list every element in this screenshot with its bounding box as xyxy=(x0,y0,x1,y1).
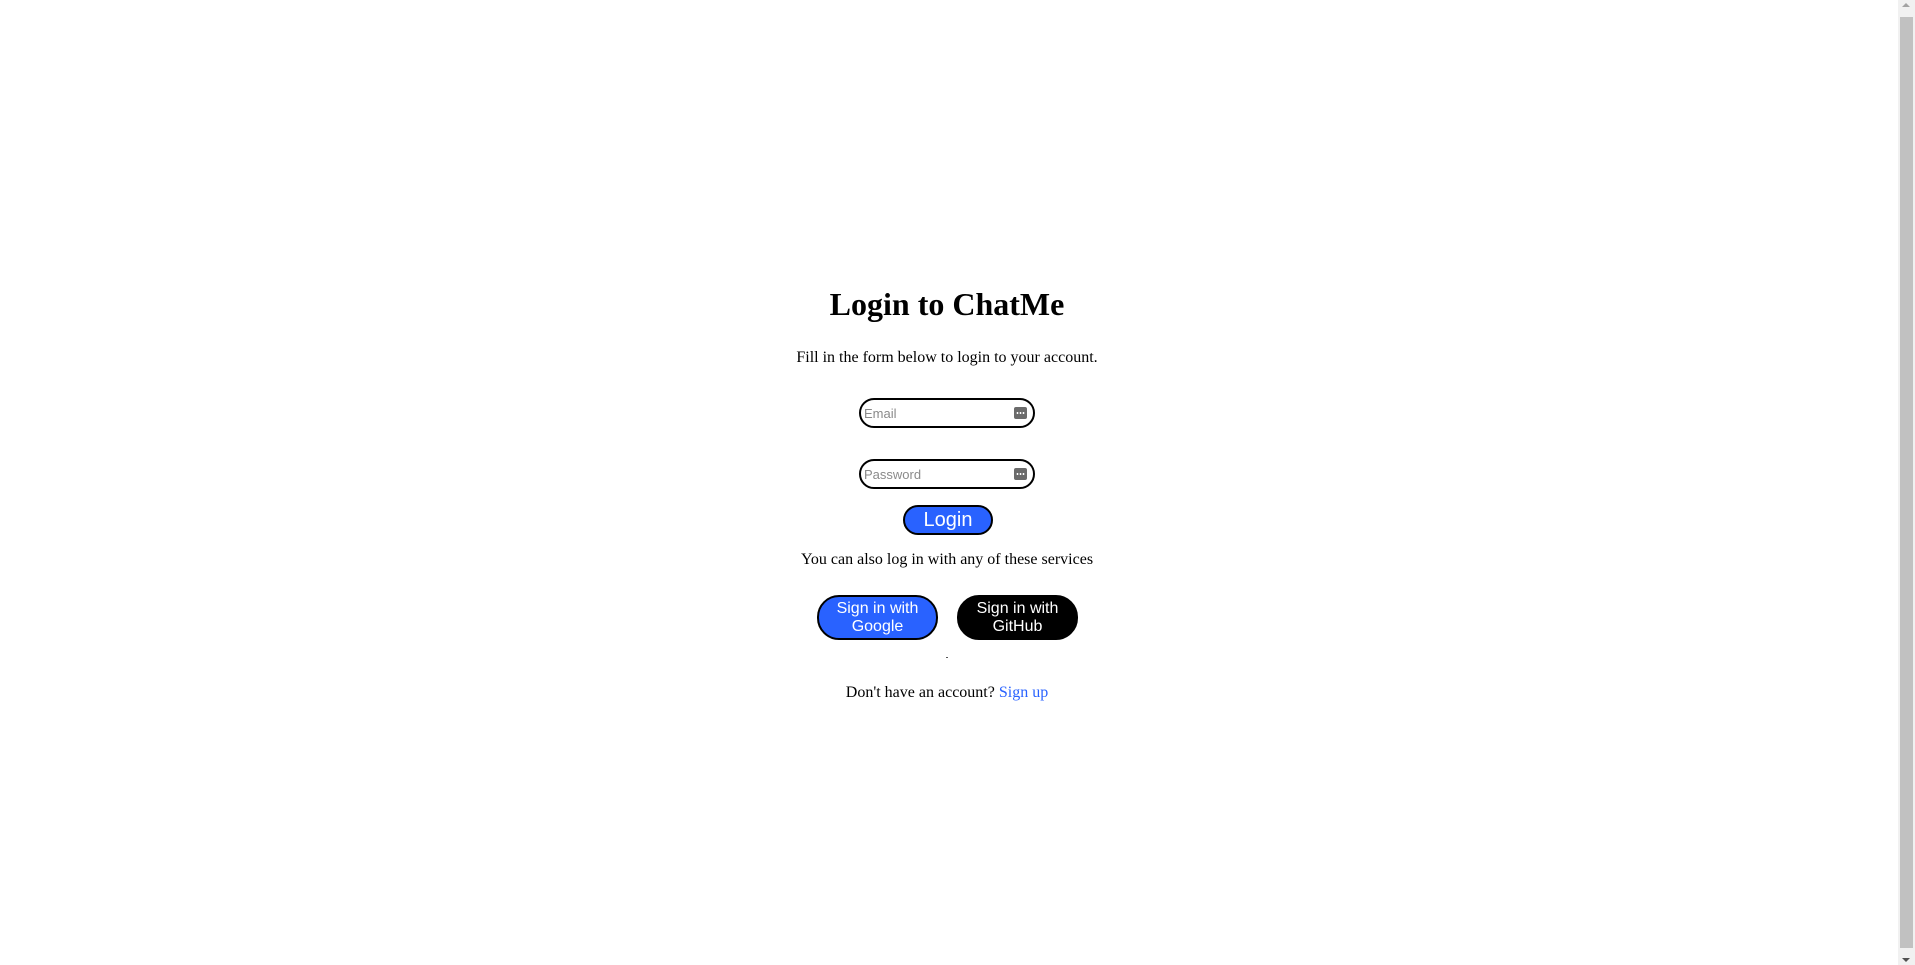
page-title: Login to ChatMe xyxy=(829,286,1065,322)
password-field[interactable] xyxy=(859,459,1035,489)
email-input[interactable] xyxy=(864,404,1004,422)
signup-prompt: Don't have an account? xyxy=(845,684,995,701)
github-signin-button[interactable]: Sign in with GitHub xyxy=(957,595,1078,640)
alternative-login-text: You can also log in with any of these se… xyxy=(800,551,1094,568)
signup-row: Don't have an account? Sign up xyxy=(0,682,1894,704)
email-field[interactable] xyxy=(859,398,1035,428)
vertical-scrollbar[interactable] xyxy=(1898,0,1915,965)
form-description: Fill in the form below to login to your … xyxy=(796,349,1098,366)
github-signin-label: Sign in with GitHub xyxy=(976,599,1059,635)
google-signin-label: Sign in with Google xyxy=(836,599,919,635)
scroll-up-icon[interactable] xyxy=(1902,3,1910,7)
scroll-down-icon[interactable] xyxy=(1902,958,1910,962)
divider-dot xyxy=(946,657,948,658)
signup-link[interactable]: Sign up xyxy=(999,684,1048,701)
password-manager-icon[interactable] xyxy=(1014,407,1027,419)
password-manager-icon[interactable] xyxy=(1014,468,1027,480)
scrollbar-thumb[interactable] xyxy=(1900,17,1913,948)
google-signin-button[interactable]: Sign in with Google xyxy=(817,595,938,640)
login-button[interactable]: Login xyxy=(903,505,993,535)
password-input[interactable] xyxy=(864,465,1004,483)
login-page: Login to ChatMe Fill in the form below t… xyxy=(0,0,1915,965)
